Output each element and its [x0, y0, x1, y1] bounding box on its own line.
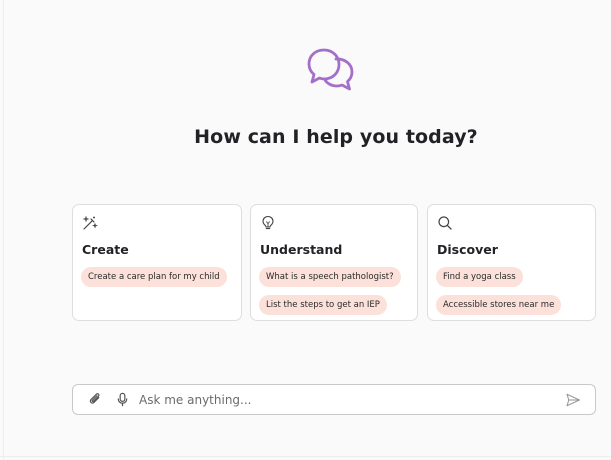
card-discover: Discover Find a yoga class Accessible st… [427, 204, 596, 321]
app-canvas: How can I help you today? Create Create … [0, 0, 611, 460]
card-create: Create Create a care plan for my child [72, 204, 242, 321]
send-icon[interactable] [565, 392, 581, 408]
magic-wand-icon [82, 215, 98, 230]
chat-composer [72, 384, 596, 415]
suggestion-chip[interactable]: List the steps to get an IEP [259, 295, 387, 315]
card-title-create: Create [82, 242, 129, 257]
frame-divider-left [3, 0, 4, 460]
frame-divider-bottom [0, 456, 611, 457]
card-understand: Understand What is a speech pathologist?… [250, 204, 418, 321]
page-title: How can I help you today? [194, 126, 478, 148]
search-icon [438, 216, 452, 230]
suggestion-chip[interactable]: Create a care plan for my child [81, 267, 227, 287]
card-title-discover: Discover [437, 242, 498, 257]
suggestion-chip[interactable]: Accessible stores near me [436, 295, 562, 315]
suggestion-chip[interactable]: What is a speech pathologist? [259, 267, 401, 287]
microphone-icon[interactable] [115, 392, 130, 407]
paperclip-icon[interactable] [88, 392, 103, 407]
lightbulb-icon [262, 215, 274, 230]
suggestion-chip[interactable]: Find a yoga class [436, 267, 523, 287]
chat-bubbles-icon [307, 48, 354, 91]
chat-input[interactable] [139, 389, 539, 411]
card-title-understand: Understand [260, 242, 343, 257]
